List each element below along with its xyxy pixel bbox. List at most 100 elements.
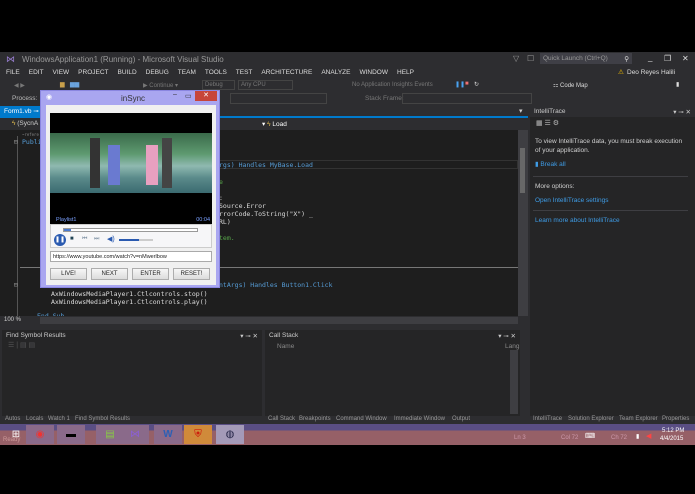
save-icon[interactable]: ▆▆ bbox=[70, 81, 79, 88]
intellitrace-settings-link[interactable]: Open IntelliTrace settings bbox=[535, 197, 608, 204]
word-icon[interactable]: W bbox=[154, 425, 182, 444]
panel-controls[interactable]: ▾ ⊸ ✕ bbox=[673, 108, 691, 116]
tab-autos[interactable]: Autos bbox=[5, 416, 20, 422]
battery-icon[interactable]: ▮ bbox=[636, 433, 639, 440]
tab-properties[interactable]: Properties bbox=[662, 416, 689, 422]
stack-frame-select[interactable] bbox=[402, 93, 532, 104]
method-dropdown[interactable]: ▾ ϟ Load bbox=[262, 120, 287, 128]
tab-call-stack[interactable]: Call Stack bbox=[268, 416, 295, 422]
visual-studio-icon[interactable]: ⋈ bbox=[121, 425, 149, 444]
tab-team-explorer[interactable]: Team Explorer bbox=[619, 416, 658, 422]
tab-breakpoints[interactable]: Breakpoints bbox=[299, 416, 331, 422]
thread-select[interactable] bbox=[230, 93, 327, 104]
menu-file[interactable]: FILE bbox=[6, 69, 20, 76]
break-all-link[interactable]: ▮ Break all bbox=[535, 160, 566, 168]
media-player[interactable]: Playlist1 00:04 bbox=[50, 113, 212, 224]
close-button[interactable]: ✕ bbox=[682, 54, 689, 63]
notepad-icon[interactable]: ▤ bbox=[96, 425, 124, 444]
volume-icon[interactable]: ◀) bbox=[107, 235, 115, 243]
tab-command-window[interactable]: Command Window bbox=[336, 416, 387, 422]
menu-test[interactable]: TEST bbox=[236, 69, 253, 76]
stack-frame-label: Stack Frame: bbox=[365, 95, 404, 102]
collapse-icon[interactable]: ⊟ bbox=[14, 138, 18, 146]
column-lang: Lang bbox=[505, 343, 520, 350]
next-track-button[interactable]: ⏭ bbox=[94, 236, 99, 243]
minimize-button[interactable]: _ bbox=[648, 53, 652, 62]
maximize-button[interactable]: ▭ bbox=[185, 92, 192, 100]
chrome-icon[interactable]: ◉ bbox=[26, 425, 54, 444]
menu-team[interactable]: TEAM bbox=[178, 69, 196, 76]
feedback-icon[interactable]: ☐ bbox=[527, 54, 534, 63]
code-map-label: Code Map bbox=[560, 83, 588, 89]
quick-launch-input[interactable]: Quick Launch (Ctrl+Q) ⚲ bbox=[540, 53, 632, 64]
menu-debug[interactable]: DEBUG bbox=[146, 69, 169, 76]
insync-app-icon[interactable]: ◍ bbox=[216, 425, 244, 444]
live-button[interactable]: LIVE! bbox=[50, 268, 87, 280]
restore-button[interactable]: ❐ bbox=[664, 54, 671, 63]
cmd-icon[interactable]: ▬ bbox=[57, 425, 85, 444]
open-icon[interactable]: ▆ bbox=[60, 81, 65, 88]
stop-button[interactable]: ■ bbox=[70, 236, 74, 242]
mcafee-icon[interactable]: ⛨ bbox=[184, 425, 212, 444]
user-name[interactable]: Deo Reyes Halili bbox=[627, 69, 675, 76]
menu-help[interactable]: HELP bbox=[397, 69, 414, 76]
collapse-icon[interactable]: ⊟ bbox=[14, 281, 18, 289]
zoom-level[interactable]: 100 % bbox=[4, 317, 21, 323]
tab-form1-vb[interactable]: Form1.vb ⊸ bbox=[0, 106, 43, 116]
tab-output[interactable]: Output bbox=[452, 416, 470, 422]
menu-view[interactable]: VIEW bbox=[53, 69, 70, 76]
menu-analyze[interactable]: ANALYZE bbox=[321, 69, 350, 76]
config-select[interactable]: Debug bbox=[202, 80, 235, 90]
menu-window[interactable]: WINDOW bbox=[359, 69, 388, 76]
quick-launch-placeholder: Quick Launch (Ctrl+Q) bbox=[543, 55, 608, 62]
platform-select[interactable]: Any CPU bbox=[238, 80, 293, 90]
vertical-scrollbar[interactable] bbox=[518, 130, 528, 316]
tab-dropdown-icon[interactable]: ▾ bbox=[519, 107, 523, 115]
config-value: Debug bbox=[205, 82, 223, 88]
panel-controls[interactable]: ▾ ⊸ ✕ bbox=[498, 332, 516, 340]
enter-button[interactable]: ENTER bbox=[132, 268, 169, 280]
restart-button[interactable]: ↻ bbox=[474, 81, 479, 88]
volume-slider[interactable] bbox=[119, 239, 153, 241]
break-all-label: Break all bbox=[540, 161, 566, 168]
bookmark-icon[interactable]: ▮ bbox=[676, 81, 679, 88]
panel-controls[interactable]: ▾ ⊸ ✕ bbox=[240, 332, 258, 340]
tab-intellitrace[interactable]: IntelliTrace bbox=[533, 416, 562, 422]
next-button[interactable]: NEXT bbox=[91, 268, 128, 280]
clock-date[interactable]: 4/4/2015 bbox=[660, 436, 683, 442]
clock-time[interactable]: 5:12 PM bbox=[662, 428, 684, 434]
continue-button[interactable]: ▶ Continue ▾ bbox=[143, 82, 178, 89]
menu-edit[interactable]: EDIT bbox=[29, 69, 44, 76]
reset-button[interactable]: RESET! bbox=[173, 268, 210, 280]
menu-project[interactable]: PROJECT bbox=[78, 69, 108, 76]
volume-muted-icon[interactable]: ◀ bbox=[646, 432, 651, 440]
call-stack-scrollbar[interactable] bbox=[510, 350, 518, 414]
notification-icon[interactable]: ▽ bbox=[513, 54, 519, 63]
menu-tools[interactable]: TOOLS bbox=[205, 69, 227, 76]
status-column: Col 72 bbox=[561, 435, 579, 441]
view-icon[interactable]: ▦ ☰ ⚙ bbox=[536, 120, 559, 127]
keyboard-icon[interactable]: ⌨ bbox=[585, 432, 595, 440]
tab-immediate-window[interactable]: Immediate Window bbox=[394, 416, 445, 422]
insights-dropdown[interactable]: No Application Insights Events bbox=[352, 82, 433, 88]
tab-watch-1[interactable]: Watch 1 bbox=[48, 416, 70, 422]
class-dropdown[interactable]: ϟ (SycnA bbox=[12, 120, 38, 127]
menu-build[interactable]: BUILD bbox=[118, 69, 137, 76]
horizontal-scrollbar[interactable] bbox=[40, 317, 518, 324]
nav-back-icon[interactable]: ◀ ▶ bbox=[14, 82, 25, 89]
stop-button[interactable]: ■ bbox=[465, 81, 469, 87]
minimize-button[interactable]: – bbox=[173, 91, 177, 98]
code-map-button[interactable]: ⚏ Code Map bbox=[553, 82, 588, 89]
tab-solution-explorer[interactable]: Solution Explorer bbox=[568, 416, 614, 422]
pause-button[interactable]: ❚❚ bbox=[455, 81, 465, 88]
close-button[interactable]: ✕ bbox=[195, 91, 217, 101]
seek-bar[interactable] bbox=[63, 228, 198, 232]
tab-locals[interactable]: Locals bbox=[26, 416, 43, 422]
learn-more-link[interactable]: Learn more about IntelliTrace bbox=[535, 217, 620, 224]
url-input[interactable]: https://www.youtube.com/watch?v=nMwerlbo… bbox=[50, 251, 212, 262]
code-reference-hint: ~refere bbox=[22, 132, 39, 137]
tab-find-symbol-results[interactable]: Find Symbol Results bbox=[75, 416, 130, 422]
menu-architecture[interactable]: ARCHITECTURE bbox=[261, 69, 312, 76]
pause-button[interactable]: ❚❚ bbox=[54, 234, 66, 246]
previous-button[interactable]: ⏮ bbox=[82, 236, 87, 243]
